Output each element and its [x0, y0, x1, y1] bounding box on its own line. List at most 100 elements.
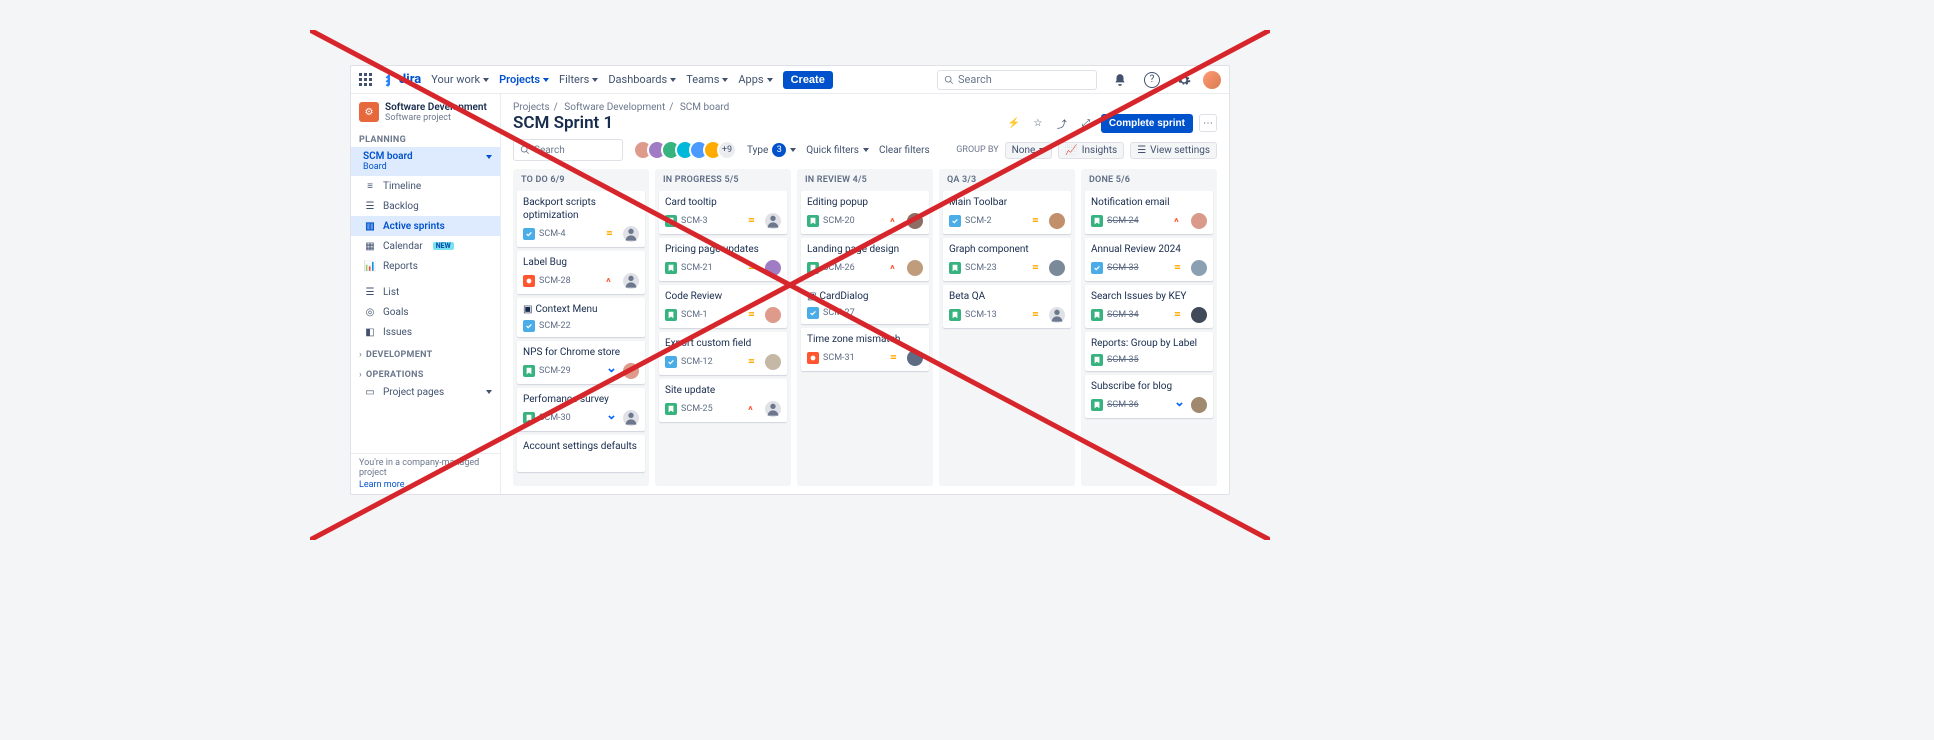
sidebar-item-goals[interactable]: ◎Goals	[351, 302, 500, 322]
issue-key: SCM-3	[681, 216, 708, 226]
issue-key: SCM-23	[965, 263, 997, 273]
sidebar-item-active-sprints[interactable]: ▥Active sprints	[351, 216, 500, 236]
view-settings-button[interactable]: ☰View settings	[1130, 142, 1217, 159]
issue-key: SCM-33	[1107, 263, 1139, 273]
issue-card[interactable]: Export custom fieldSCM-12=	[659, 332, 787, 375]
nav-item-dashboards[interactable]: Dashboards	[608, 73, 676, 86]
star-icon[interactable]: ☆	[1029, 114, 1047, 132]
issue-card[interactable]: Card tooltipSCM-3=	[659, 191, 787, 234]
issue-key: SCM-35	[1107, 355, 1139, 365]
share-icon[interactable]: ⤴	[1053, 114, 1071, 132]
issue-card[interactable]: Account settings defaults	[517, 435, 645, 472]
chevron-down-icon	[767, 78, 773, 82]
issue-card[interactable]: Search Issues by KEYSCM-34=	[1085, 285, 1213, 328]
issue-card[interactable]: Landing page designSCM-26^	[801, 238, 929, 281]
board-column: TO DO 6/9Backport scripts optimizationSC…	[513, 169, 649, 486]
issue-card[interactable]: Pricing page updatesSCM-21=	[659, 238, 787, 281]
issue-card[interactable]: Perfomance surveySCM-30⌄	[517, 388, 645, 431]
global-search-input[interactable]: Search	[937, 70, 1097, 90]
assignee-avatar	[765, 260, 781, 276]
issue-card[interactable]: Time zone mismatchSCM-31=	[801, 328, 929, 371]
clear-filters-link[interactable]: Clear filters	[879, 145, 930, 156]
sidebar-item-issues[interactable]: ◧Issues	[351, 322, 500, 342]
unassigned-avatar-icon	[623, 226, 639, 242]
issue-card[interactable]: Annual Review 2024SCM-33=	[1085, 238, 1213, 281]
more-icon[interactable]: ⋯	[1199, 114, 1217, 132]
sidebar-item-project-pages[interactable]: ▭ Project pages	[351, 382, 500, 402]
complete-sprint-button[interactable]: Complete sprint	[1101, 114, 1193, 133]
assignee-avatar	[765, 354, 781, 370]
learn-more-link[interactable]: Learn more	[359, 480, 492, 490]
assignee-avatars[interactable]: +9	[633, 140, 737, 160]
group-by-selector[interactable]: None	[1005, 142, 1053, 159]
unassigned-avatar-icon	[623, 410, 639, 426]
crumb-link[interactable]: Projects	[513, 102, 550, 113]
app-switcher-icon[interactable]	[359, 73, 373, 87]
breadcrumb: Projects/ Software Development/ SCM boar…	[501, 94, 1229, 113]
quick-filters[interactable]: Quick filters	[806, 145, 869, 156]
issue-card[interactable]: NPS for Chrome storeSCM-29⌄	[517, 341, 645, 384]
assignee-avatar	[765, 307, 781, 323]
crumb-link[interactable]: SCM board	[680, 102, 729, 113]
issue-card[interactable]: Site updateSCM-25^	[659, 379, 787, 422]
goals-icon: ◎	[363, 305, 377, 319]
insights-button[interactable]: 📈Insights	[1058, 142, 1124, 159]
nav-item-teams[interactable]: Teams	[686, 73, 728, 86]
board-selector[interactable]: SCM board Board	[351, 147, 500, 176]
help-icon[interactable]: ?	[1143, 71, 1161, 89]
chevron-down-icon	[543, 78, 549, 82]
notifications-icon[interactable]	[1111, 71, 1129, 89]
sidebar-item-calendar[interactable]: ▦CalendarNEW	[351, 236, 500, 256]
issue-card[interactable]: Label BugSCM-28^	[517, 251, 645, 294]
sidebar-item-reports[interactable]: 📊Reports	[351, 256, 500, 276]
issue-card[interactable]: ▣CardDialogSCM-27	[801, 285, 929, 324]
column-header: IN PROGRESS 5/5	[655, 169, 791, 191]
chevron-down-icon	[722, 78, 728, 82]
issue-key: SCM-31	[823, 353, 855, 363]
nav-item-filters[interactable]: Filters	[559, 73, 598, 86]
chevron-down-icon	[670, 78, 676, 82]
priority-medium-icon: =	[890, 353, 900, 363]
chevron-down-icon	[486, 390, 492, 394]
issue-card[interactable]: Beta QASCM-13=	[943, 285, 1071, 328]
settings-icon[interactable]	[1175, 71, 1193, 89]
section-development[interactable]: DEVELOPMENT	[351, 342, 500, 362]
fullscreen-icon[interactable]: ⤢	[1077, 114, 1095, 132]
crumb-link[interactable]: Software Development	[564, 102, 665, 113]
issue-card[interactable]: Backport scripts optimizationSCM-4=	[517, 191, 645, 247]
assignee-avatar	[1191, 307, 1207, 323]
sidebar-item-backlog[interactable]: ☰Backlog	[351, 196, 500, 216]
sidebar-item-list[interactable]: ☰List	[351, 282, 500, 302]
priority-medium-icon: =	[1174, 310, 1184, 320]
create-button[interactable]: Create	[783, 71, 833, 89]
calendar-icon: ▦	[363, 239, 377, 253]
board-search-input[interactable]: Search	[513, 139, 623, 161]
column-header: IN REVIEW 4/5	[797, 169, 933, 191]
issue-key: SCM-4	[539, 229, 566, 239]
avatar-overflow[interactable]: +9	[717, 140, 737, 160]
issue-card[interactable]: Subscribe for blogSCM-36⌄	[1085, 375, 1213, 418]
section-operations[interactable]: OPERATIONS	[351, 362, 500, 382]
profile-avatar[interactable]	[1203, 71, 1221, 89]
issuetype-story-icon	[1091, 309, 1103, 321]
issue-card[interactable]: ▣Context MenuSCM-22	[517, 298, 645, 337]
issue-card[interactable]: Graph componentSCM-23=	[943, 238, 1071, 281]
type-filter[interactable]: Type 3	[747, 143, 796, 157]
nav-item-projects[interactable]: Projects	[499, 73, 549, 86]
issue-card[interactable]: Editing popupSCM-20^	[801, 191, 929, 234]
section-planning: PLANNING	[351, 127, 500, 147]
issue-card[interactable]: Reports: Group by LabelSCM-35	[1085, 332, 1213, 371]
priority-medium-icon: =	[1174, 263, 1184, 273]
jira-logo-icon[interactable]: Jira	[383, 72, 421, 87]
issue-card[interactable]: Code ReviewSCM-1=	[659, 285, 787, 328]
priority-low-icon: ⌄	[606, 366, 616, 376]
issue-card[interactable]: Notification emailSCM-24^	[1085, 191, 1213, 234]
issues-icon: ◧	[363, 325, 377, 339]
nav-item-your-work[interactable]: Your work	[431, 73, 489, 86]
nav-item-apps[interactable]: Apps	[738, 73, 772, 86]
timeline-icon: ≡	[363, 179, 377, 193]
sidebar-item-timeline[interactable]: ≡Timeline	[351, 176, 500, 196]
issue-card[interactable]: Main ToolbarSCM-2=	[943, 191, 1071, 234]
automation-icon[interactable]: ⚡	[1005, 114, 1023, 132]
issue-key: SCM-13	[965, 310, 997, 320]
